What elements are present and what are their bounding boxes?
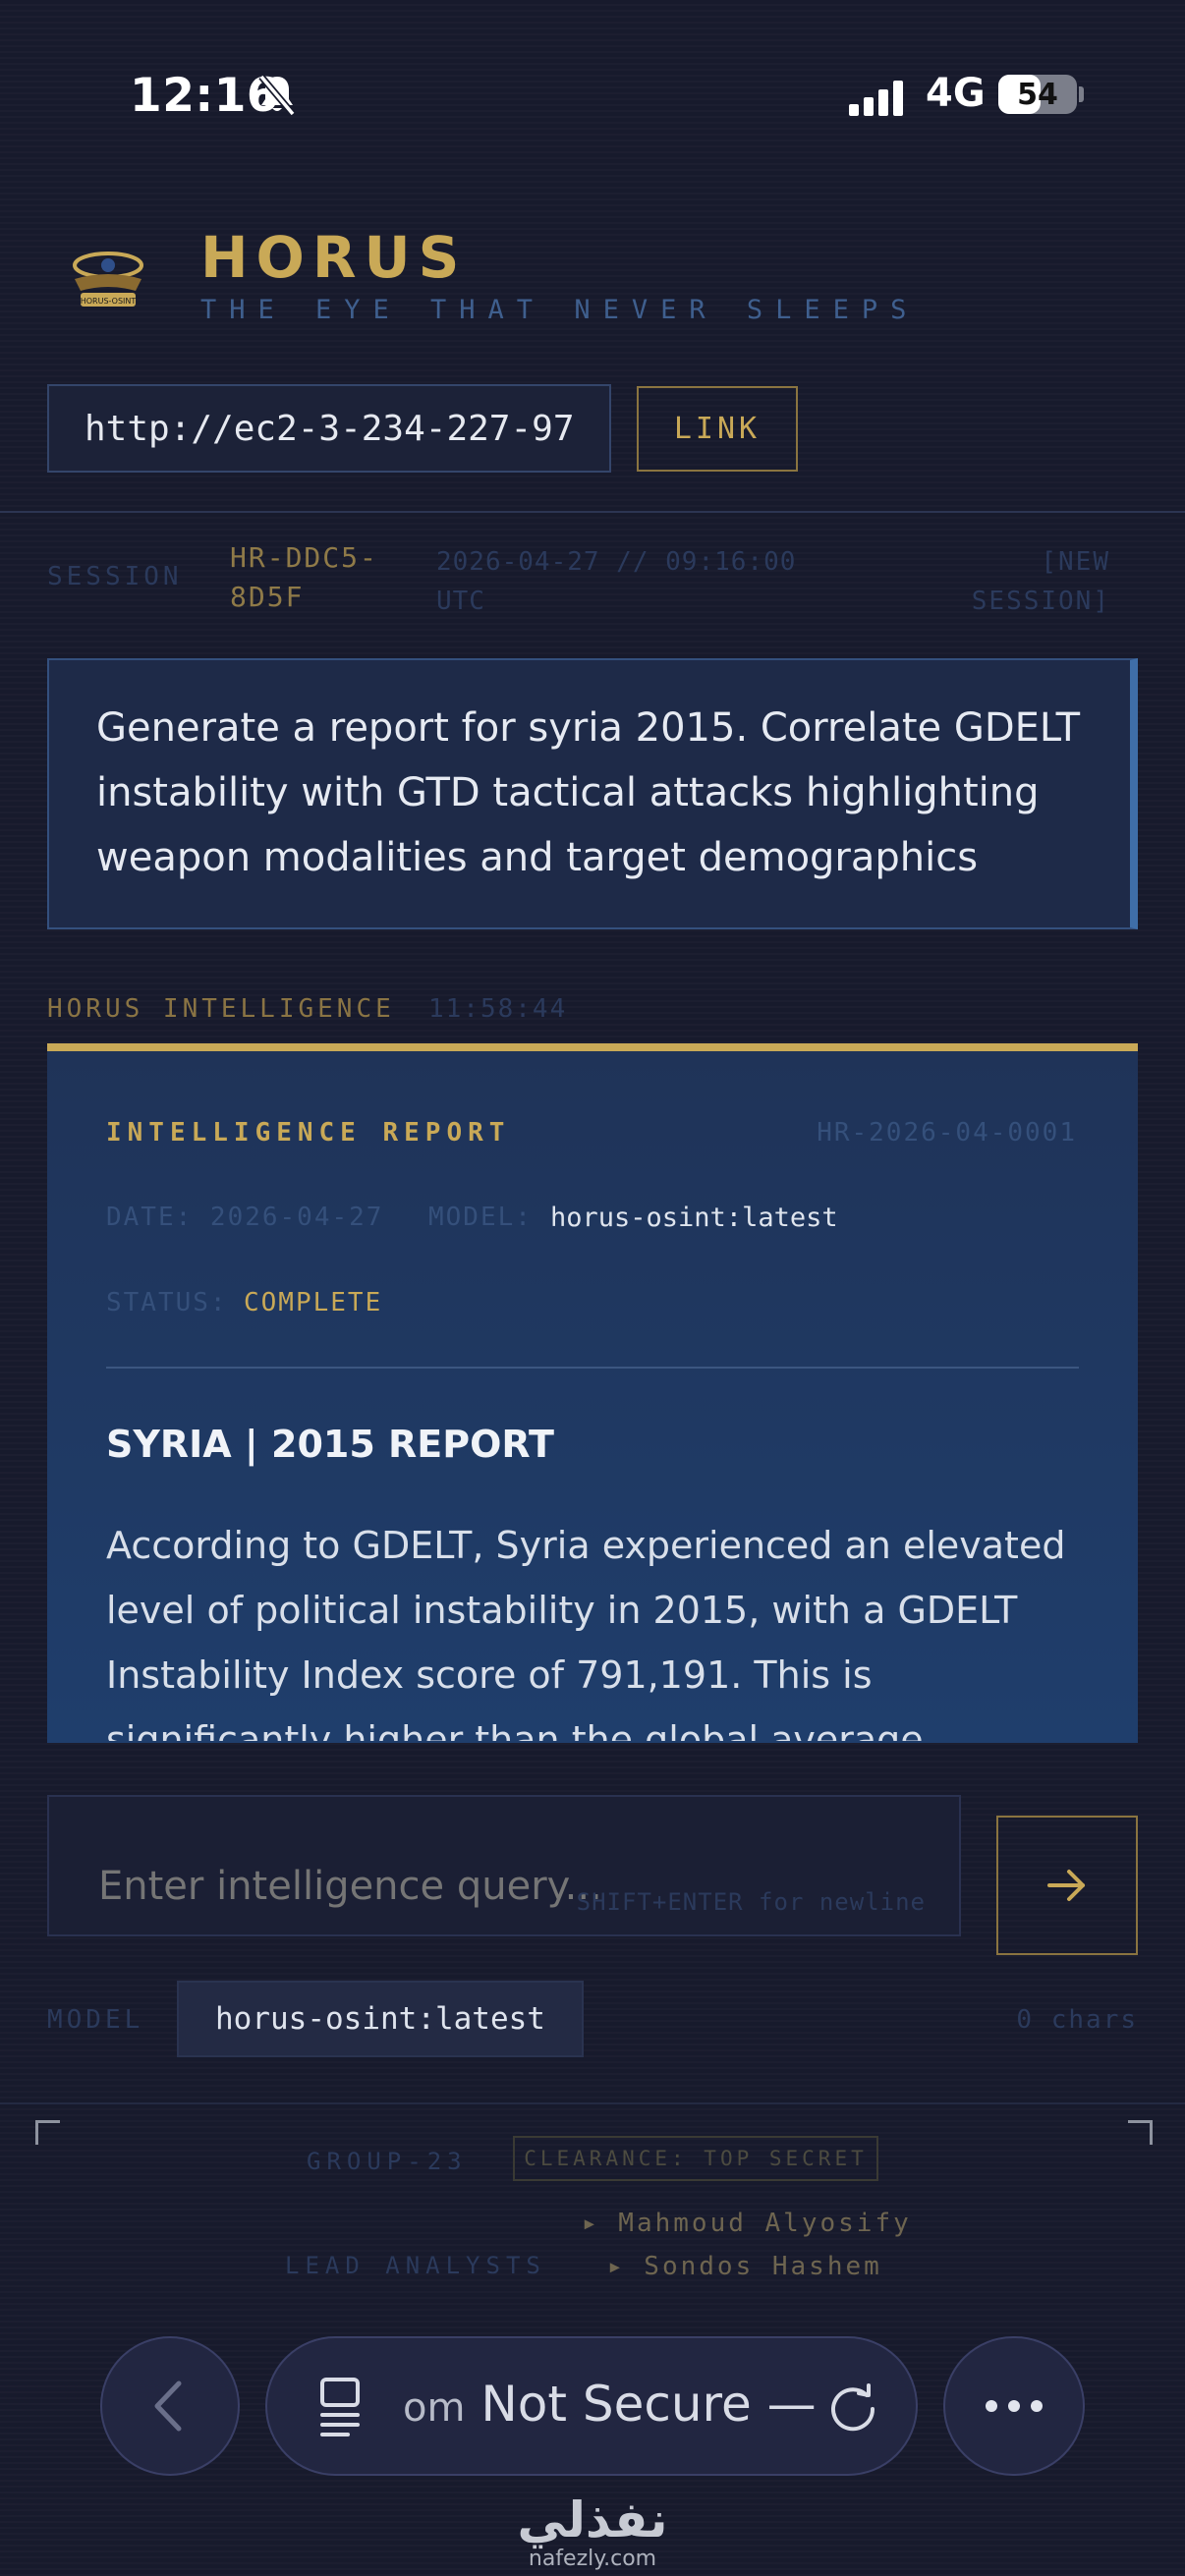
watermark-logo: نفذلي bbox=[517, 2492, 668, 2548]
server-url-value[interactable]: http://ec2-3-234-227-97 bbox=[85, 409, 575, 449]
response-time: 11:58:44 bbox=[428, 994, 568, 1024]
report-date: DATE: 2026-04-27 bbox=[106, 1203, 384, 1232]
analyst-name: ▸ Mahmoud Alyosify bbox=[582, 2209, 912, 2238]
report-model: horus-osint:latest bbox=[550, 1203, 838, 1233]
address-text: om Not Secure — bbox=[403, 2376, 817, 2433]
report-model-label: MODEL: bbox=[428, 1203, 533, 1232]
battery-icon: 54 bbox=[998, 75, 1077, 114]
user-query-text: Generate a report for syria 2015. Correl… bbox=[96, 705, 1081, 880]
page-menu-icon bbox=[320, 2378, 360, 2436]
link-button[interactable]: LINK bbox=[637, 386, 798, 472]
horus-eye-logo: HORUS-OSINT bbox=[73, 252, 143, 307]
battery-tip bbox=[1079, 86, 1084, 102]
svg-text:HORUS-OSINT: HORUS-OSINT bbox=[81, 297, 137, 306]
model-label: MODEL bbox=[47, 2005, 144, 2035]
clearance-badge: CLEARANCE: TOP SECRET bbox=[513, 2136, 878, 2181]
lead-analysts-label: LEAD ANALYSTS bbox=[285, 2252, 546, 2279]
more-dots-icon bbox=[986, 2400, 1043, 2412]
report-heading: SYRIA | 2015 REPORT bbox=[106, 1423, 554, 1466]
report-status: COMPLETE bbox=[244, 1288, 383, 1317]
chevron-left-icon bbox=[154, 2380, 182, 2432]
session-id: HR-DDC5-8D5F bbox=[230, 541, 378, 613]
network-type: 4G bbox=[926, 71, 986, 116]
send-button[interactable] bbox=[996, 1816, 1138, 1955]
address-security: Not Secure — bbox=[480, 2376, 817, 2433]
header-divider bbox=[0, 511, 1185, 513]
analyst-name: ▸ Sondos Hashem bbox=[607, 2252, 882, 2281]
model-selector[interactable]: horus-osint:latest bbox=[177, 1981, 584, 2057]
footer-divider bbox=[0, 2102, 1185, 2104]
reload-icon[interactable] bbox=[823, 2378, 882, 2436]
cellular-signal-icon bbox=[849, 81, 903, 116]
address-fragment: om bbox=[403, 2385, 466, 2431]
newline-hint: SHIFT+ENTER for newline bbox=[576, 1888, 926, 1916]
arrow-right-icon bbox=[1047, 1870, 1085, 1901]
app-title: HORUS bbox=[200, 224, 468, 291]
report-title: INTELLIGENCE REPORT bbox=[106, 1118, 511, 1148]
app-subtitle: THE EYE THAT NEVER SLEEPS bbox=[200, 295, 920, 325]
response-source: HORUS INTELLIGENCE bbox=[47, 994, 395, 1024]
watermark-url: nafezly.com bbox=[528, 2547, 657, 2571]
new-session-button[interactable]: [NEW SESSION] bbox=[914, 542, 1110, 621]
session-label: SESSION bbox=[47, 562, 183, 591]
report-id: HR-2026-04-0001 bbox=[817, 1118, 1077, 1148]
report-status-label: STATUS: bbox=[106, 1288, 228, 1317]
silent-bell-icon bbox=[258, 74, 296, 117]
char-count: 0 chars bbox=[1016, 2005, 1138, 2035]
browser-back-button[interactable] bbox=[100, 2336, 240, 2476]
report-divider bbox=[106, 1367, 1079, 1369]
browser-more-button[interactable] bbox=[943, 2336, 1085, 2476]
report-body: According to GDELT, Syria experienced an… bbox=[106, 1524, 1066, 1741]
session-datetime: 2026-04-27 // 09:16:00 UTC bbox=[436, 547, 797, 616]
group-label: GROUP-23 bbox=[307, 2148, 468, 2175]
corner-bracket-left bbox=[35, 2120, 60, 2145]
battery-percent: 54 bbox=[1017, 78, 1058, 112]
corner-bracket-right bbox=[1128, 2120, 1153, 2145]
